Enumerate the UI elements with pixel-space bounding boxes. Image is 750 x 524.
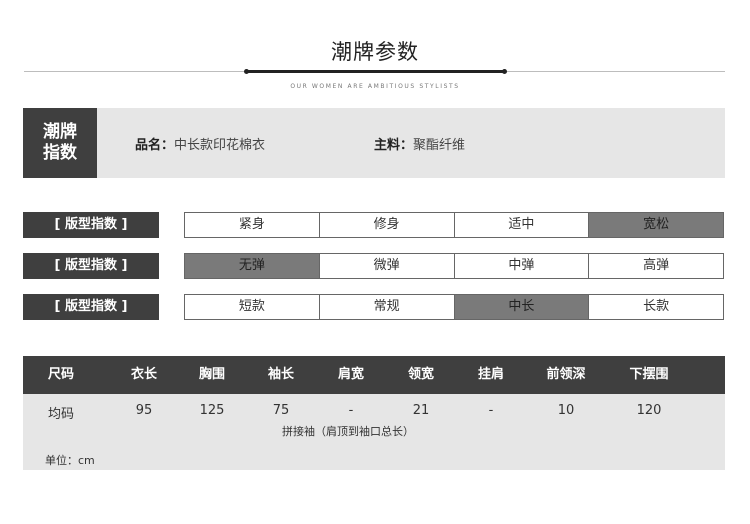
index-option: 宽松 <box>588 213 723 237</box>
index-option: 长款 <box>588 295 723 319</box>
page-subtitle: OUR WOMEN ARE AMBITIOUS STYLISTS <box>290 83 460 90</box>
accent-dot-right <box>502 69 507 74</box>
page-title: 潮牌参数 <box>331 40 419 64</box>
product-name-label: 品名： <box>135 138 175 153</box>
index-row-label: [ 版型指数 ] <box>23 294 159 320</box>
size-header-cell: 袖长 <box>267 367 295 382</box>
index-option: 短款 <box>185 295 319 319</box>
size-table: 尺码 衣长 胸围 袖长 肩宽 领宽 挂肩 前领深 下摆围 均码 95 125 75-21-10 120 … <box>23 356 725 470</box>
size-value-cell: - <box>488 403 494 418</box>
size-header-cell: 肩宽 <box>337 367 365 382</box>
size-value-cell: 120 <box>636 403 662 418</box>
index-option: 中长 <box>453 295 589 319</box>
size-value-cell: 125 <box>199 403 225 418</box>
accent-dot-left <box>244 69 249 74</box>
product-name-field: 品名：中长款印花棉衣 <box>135 134 265 153</box>
index-option: 紧身 <box>185 213 319 237</box>
sleeve-note: 拼接袖（肩顶到袖口总长） <box>282 425 414 438</box>
size-header-cell: 挂肩 <box>477 367 505 382</box>
index-option: 适中 <box>453 213 589 237</box>
size-table-header: 尺码 衣长 胸围 袖长 肩宽 领宽 挂肩 前领深 下摆围 <box>23 356 725 394</box>
size-value-cell: 均码 <box>47 407 75 422</box>
size-header-cell: 衣长 <box>130 367 158 382</box>
size-header-cell: 领宽 <box>407 367 435 382</box>
index-row-label: [ 版型指数 ] <box>23 253 159 279</box>
size-header-cell: 尺码 <box>47 367 75 382</box>
size-header-cell: 胸围 <box>198 367 226 382</box>
material-label: 主料： <box>374 138 414 153</box>
size-value-cell: 21 <box>412 403 430 418</box>
size-header-cell: 前领深 <box>546 367 586 382</box>
index-option: 高弹 <box>588 254 723 278</box>
size-value-cell: 75 <box>272 403 290 418</box>
brand-index-label: 潮牌 指数 <box>23 108 97 178</box>
index-option-group: 无弹 微弹 中弹 高弹 <box>184 253 724 279</box>
brand-index-label-line2: 指数 <box>43 143 77 163</box>
index-option: 修身 <box>318 213 454 237</box>
size-value-cell: 95 <box>135 403 153 418</box>
product-name-value: 中长款印花棉衣 <box>174 138 266 153</box>
index-option: 中弹 <box>453 254 589 278</box>
unit-label: 单位：cm <box>45 454 95 467</box>
index-option-group: 紧身 修身 适中 宽松 <box>184 212 724 238</box>
index-row-label: [ 版型指数 ] <box>23 212 159 238</box>
material-value: 聚酯纤维 <box>413 138 466 153</box>
index-option: 无弹 <box>185 254 319 278</box>
index-option: 常规 <box>318 295 454 319</box>
size-value-cell: - <box>348 403 354 418</box>
index-option: 微弹 <box>318 254 454 278</box>
index-option-group: 短款 常规 中长 长款 <box>184 294 724 320</box>
size-header-cell: 下摆围 <box>629 367 669 382</box>
product-info-panel: 潮牌 指数 品名：中长款印花棉衣 主料：聚酯纤维 <box>23 108 725 178</box>
brand-index-label-line1: 潮牌 <box>43 122 77 142</box>
size-value-cell: 10 <box>557 403 575 418</box>
material-field: 主料：聚酯纤维 <box>374 134 465 153</box>
title-accent-bar <box>246 70 504 73</box>
